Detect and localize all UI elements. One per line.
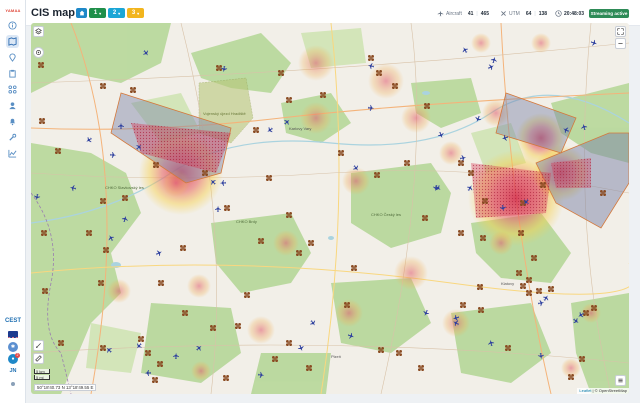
crosshair-icon: [36, 50, 41, 55]
map-view[interactable]: CHKO Slavkovský les CHKO Český les CHKO …: [31, 23, 629, 394]
layers-icon: [35, 28, 42, 35]
sidebar-item-info[interactable]: [6, 19, 19, 32]
layers-button[interactable]: [33, 26, 44, 37]
aircraft-stat: Aircraft 41 | 465: [437, 9, 489, 18]
draw-button[interactable]: [33, 340, 44, 351]
fullscreen-button[interactable]: [615, 26, 626, 37]
chevron-down-icon: ▾: [99, 10, 102, 16]
sidebar-item-drones[interactable]: [6, 83, 19, 96]
pencil-icon: [36, 343, 41, 348]
place-label: Klatovy: [501, 281, 514, 286]
zoom-out-button[interactable]: [615, 38, 626, 49]
utm-icon: [501, 11, 506, 16]
pin-icon: [9, 53, 16, 62]
filter-chip-3[interactable]: 3 ▾: [127, 8, 144, 18]
info-icon: [8, 21, 17, 30]
sidebar-item-map[interactable]: [6, 35, 19, 48]
map-canvas[interactable]: CHKO Slavkovský les CHKO Český les CHKO …: [31, 23, 629, 394]
osm-link[interactable]: © OpenStreetMap: [595, 388, 627, 393]
user-initials[interactable]: JN: [4, 368, 22, 374]
filter-chip-2[interactable]: 2 ▾: [108, 8, 125, 18]
place-label: CHKO Brdy: [236, 219, 257, 224]
users-icon: [9, 102, 16, 110]
home-icon: [79, 10, 84, 16]
cursor-coordinates: 50°18'40.73 N 13°18'49.55 E: [34, 384, 97, 391]
expand-icon: [617, 28, 624, 35]
sidebar-item-alerts[interactable]: [6, 115, 19, 128]
settings-icon[interactable]: ✱: [8, 342, 18, 352]
collapse-icon[interactable]: [11, 382, 15, 386]
sidebar-item-places[interactable]: [6, 51, 19, 64]
place-label: Karlovy Vary: [289, 126, 311, 131]
leaflet-link[interactable]: Leaflet: [579, 388, 591, 393]
sidebar: YAMAA CEST ✱ ● 2 JN: [0, 0, 26, 403]
app-root: YAMAA CEST ✱ ● 2 JN CIS map 1▾ 2▾ 3▾: [0, 0, 640, 403]
sidebar-item-users[interactable]: [6, 99, 19, 112]
chevron-down-icon: ▾: [118, 10, 121, 16]
filter-chip-1[interactable]: 1 ▾: [89, 8, 106, 18]
streaming-status-badge: Streaming active: [589, 9, 629, 18]
legend-button[interactable]: [615, 375, 626, 386]
place-label: CHKO Slavkovský les: [105, 185, 144, 190]
place-label: Plzeň: [331, 354, 341, 359]
list-icon: [618, 378, 623, 383]
sidebar-item-tools[interactable]: [6, 131, 19, 144]
chevron-down-icon: ▾: [137, 10, 140, 16]
sidebar-item-flights[interactable]: [6, 67, 19, 80]
scale-bar: 5 km 5 mi: [34, 369, 50, 381]
chart-icon: [8, 149, 17, 158]
sidebar-item-stats[interactable]: [6, 147, 19, 160]
clipboard-icon: [9, 69, 16, 78]
measure-button[interactable]: [33, 353, 44, 364]
page-title: CIS map: [31, 7, 76, 19]
wrench-icon: [9, 133, 17, 141]
drone-icon: [8, 85, 17, 94]
map-attribution: Leaflet | © OpenStreetMap: [577, 388, 629, 394]
app-logo: YAMAA: [5, 8, 21, 13]
ruler-icon: [35, 355, 42, 362]
plane-icon: [437, 10, 444, 17]
locate-button[interactable]: [33, 47, 44, 58]
language-flag-icon[interactable]: [8, 331, 18, 338]
place-label: Vojenský újezd Hradiště: [203, 111, 246, 116]
home-chip[interactable]: [76, 8, 87, 18]
clock-stat: 20:48:03: [555, 9, 584, 18]
utm-stat: UTM 64 | 138: [500, 9, 547, 18]
notification-badge: 2: [15, 353, 20, 358]
place-label: CHKO Český les: [371, 212, 401, 217]
map-icon: [8, 37, 17, 46]
timezone-label[interactable]: CEST: [2, 318, 24, 324]
minus-icon: [618, 43, 623, 44]
bell-icon: [9, 118, 16, 126]
clock-icon: [555, 10, 562, 17]
